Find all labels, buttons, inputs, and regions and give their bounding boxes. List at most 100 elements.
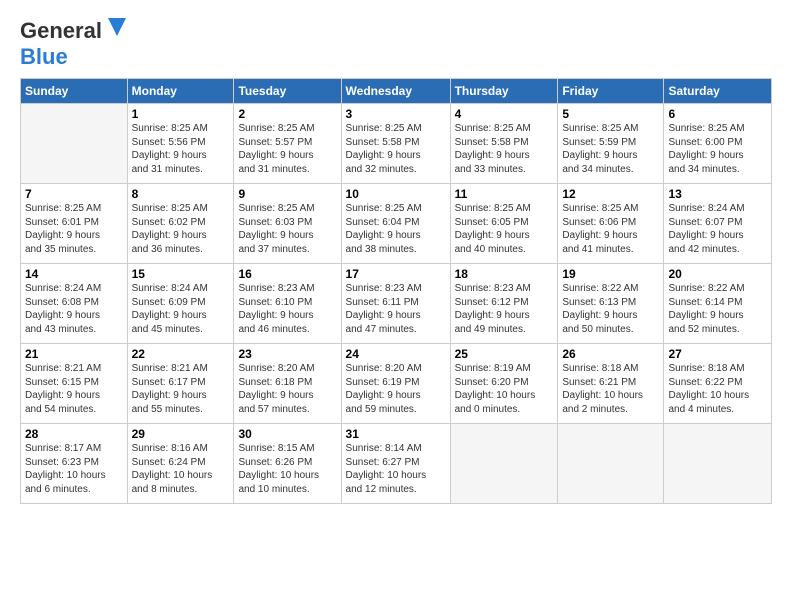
calendar-page: General Blue SundayMondayTuesdayWednesda… [0, 0, 792, 514]
calendar-cell: 26Sunrise: 8:18 AM Sunset: 6:21 PM Dayli… [558, 344, 664, 424]
day-info: Sunrise: 8:25 AM Sunset: 5:58 PM Dayligh… [346, 122, 446, 176]
day-number: 26 [562, 347, 659, 361]
calendar-cell: 6Sunrise: 8:25 AM Sunset: 6:00 PM Daylig… [664, 104, 772, 184]
day-info: Sunrise: 8:25 AM Sunset: 5:56 PM Dayligh… [132, 122, 230, 176]
day-number: 10 [346, 187, 446, 201]
calendar-cell [450, 424, 558, 504]
day-number: 3 [346, 107, 446, 121]
col-header-sunday: Sunday [21, 79, 128, 104]
day-info: Sunrise: 8:22 AM Sunset: 6:14 PM Dayligh… [668, 282, 767, 336]
day-number: 27 [668, 347, 767, 361]
col-header-saturday: Saturday [664, 79, 772, 104]
day-info: Sunrise: 8:23 AM Sunset: 6:11 PM Dayligh… [346, 282, 446, 336]
day-info: Sunrise: 8:25 AM Sunset: 5:59 PM Dayligh… [562, 122, 659, 176]
day-info: Sunrise: 8:19 AM Sunset: 6:20 PM Dayligh… [455, 362, 554, 416]
calendar-cell: 27Sunrise: 8:18 AM Sunset: 6:22 PM Dayli… [664, 344, 772, 424]
day-number: 4 [455, 107, 554, 121]
calendar-cell: 20Sunrise: 8:22 AM Sunset: 6:14 PM Dayli… [664, 264, 772, 344]
logo: General Blue [20, 18, 126, 70]
col-header-tuesday: Tuesday [234, 79, 341, 104]
calendar-cell: 13Sunrise: 8:24 AM Sunset: 6:07 PM Dayli… [664, 184, 772, 264]
calendar-cell: 3Sunrise: 8:25 AM Sunset: 5:58 PM Daylig… [341, 104, 450, 184]
calendar-cell: 28Sunrise: 8:17 AM Sunset: 6:23 PM Dayli… [21, 424, 128, 504]
day-number: 24 [346, 347, 446, 361]
day-info: Sunrise: 8:25 AM Sunset: 6:05 PM Dayligh… [455, 202, 554, 256]
col-header-friday: Friday [558, 79, 664, 104]
calendar-cell: 9Sunrise: 8:25 AM Sunset: 6:03 PM Daylig… [234, 184, 341, 264]
calendar-cell: 10Sunrise: 8:25 AM Sunset: 6:04 PM Dayli… [341, 184, 450, 264]
day-info: Sunrise: 8:25 AM Sunset: 6:01 PM Dayligh… [25, 202, 123, 256]
calendar-cell: 15Sunrise: 8:24 AM Sunset: 6:09 PM Dayli… [127, 264, 234, 344]
day-number: 11 [455, 187, 554, 201]
header: General Blue [20, 18, 772, 70]
day-info: Sunrise: 8:25 AM Sunset: 6:03 PM Dayligh… [238, 202, 336, 256]
day-info: Sunrise: 8:14 AM Sunset: 6:27 PM Dayligh… [346, 442, 446, 496]
logo-general: General [20, 18, 102, 43]
day-number: 8 [132, 187, 230, 201]
col-header-monday: Monday [127, 79, 234, 104]
day-info: Sunrise: 8:20 AM Sunset: 6:18 PM Dayligh… [238, 362, 336, 416]
day-info: Sunrise: 8:21 AM Sunset: 6:17 PM Dayligh… [132, 362, 230, 416]
calendar-cell: 16Sunrise: 8:23 AM Sunset: 6:10 PM Dayli… [234, 264, 341, 344]
day-info: Sunrise: 8:17 AM Sunset: 6:23 PM Dayligh… [25, 442, 123, 496]
day-number: 1 [132, 107, 230, 121]
calendar-cell: 30Sunrise: 8:15 AM Sunset: 6:26 PM Dayli… [234, 424, 341, 504]
day-info: Sunrise: 8:20 AM Sunset: 6:19 PM Dayligh… [346, 362, 446, 416]
day-info: Sunrise: 8:25 AM Sunset: 6:06 PM Dayligh… [562, 202, 659, 256]
calendar-cell: 12Sunrise: 8:25 AM Sunset: 6:06 PM Dayli… [558, 184, 664, 264]
day-info: Sunrise: 8:18 AM Sunset: 6:21 PM Dayligh… [562, 362, 659, 416]
col-header-wednesday: Wednesday [341, 79, 450, 104]
day-number: 5 [562, 107, 659, 121]
day-number: 25 [455, 347, 554, 361]
day-number: 17 [346, 267, 446, 281]
day-info: Sunrise: 8:25 AM Sunset: 6:00 PM Dayligh… [668, 122, 767, 176]
day-info: Sunrise: 8:24 AM Sunset: 6:09 PM Dayligh… [132, 282, 230, 336]
calendar-cell: 29Sunrise: 8:16 AM Sunset: 6:24 PM Dayli… [127, 424, 234, 504]
week-row-4: 21Sunrise: 8:21 AM Sunset: 6:15 PM Dayli… [21, 344, 772, 424]
day-number: 21 [25, 347, 123, 361]
calendar-cell: 19Sunrise: 8:22 AM Sunset: 6:13 PM Dayli… [558, 264, 664, 344]
day-number: 14 [25, 267, 123, 281]
day-number: 16 [238, 267, 336, 281]
logo-blue: Blue [20, 44, 68, 69]
logo-arrow-icon [108, 18, 126, 36]
calendar-cell [558, 424, 664, 504]
day-info: Sunrise: 8:25 AM Sunset: 5:57 PM Dayligh… [238, 122, 336, 176]
day-number: 22 [132, 347, 230, 361]
calendar-cell: 1Sunrise: 8:25 AM Sunset: 5:56 PM Daylig… [127, 104, 234, 184]
calendar-cell: 23Sunrise: 8:20 AM Sunset: 6:18 PM Dayli… [234, 344, 341, 424]
calendar-cell: 14Sunrise: 8:24 AM Sunset: 6:08 PM Dayli… [21, 264, 128, 344]
day-info: Sunrise: 8:18 AM Sunset: 6:22 PM Dayligh… [668, 362, 767, 416]
day-number: 15 [132, 267, 230, 281]
day-number: 31 [346, 427, 446, 441]
day-number: 28 [25, 427, 123, 441]
day-info: Sunrise: 8:21 AM Sunset: 6:15 PM Dayligh… [25, 362, 123, 416]
day-number: 13 [668, 187, 767, 201]
calendar-cell: 22Sunrise: 8:21 AM Sunset: 6:17 PM Dayli… [127, 344, 234, 424]
calendar-cell: 4Sunrise: 8:25 AM Sunset: 5:58 PM Daylig… [450, 104, 558, 184]
calendar-cell: 2Sunrise: 8:25 AM Sunset: 5:57 PM Daylig… [234, 104, 341, 184]
day-info: Sunrise: 8:24 AM Sunset: 6:07 PM Dayligh… [668, 202, 767, 256]
day-info: Sunrise: 8:16 AM Sunset: 6:24 PM Dayligh… [132, 442, 230, 496]
day-number: 12 [562, 187, 659, 201]
day-number: 6 [668, 107, 767, 121]
calendar-cell [21, 104, 128, 184]
calendar-cell: 24Sunrise: 8:20 AM Sunset: 6:19 PM Dayli… [341, 344, 450, 424]
day-number: 9 [238, 187, 336, 201]
day-info: Sunrise: 8:15 AM Sunset: 6:26 PM Dayligh… [238, 442, 336, 496]
day-number: 29 [132, 427, 230, 441]
day-number: 2 [238, 107, 336, 121]
day-number: 23 [238, 347, 336, 361]
week-row-1: 1Sunrise: 8:25 AM Sunset: 5:56 PM Daylig… [21, 104, 772, 184]
calendar-cell: 5Sunrise: 8:25 AM Sunset: 5:59 PM Daylig… [558, 104, 664, 184]
calendar-cell: 17Sunrise: 8:23 AM Sunset: 6:11 PM Dayli… [341, 264, 450, 344]
day-info: Sunrise: 8:22 AM Sunset: 6:13 PM Dayligh… [562, 282, 659, 336]
day-number: 20 [668, 267, 767, 281]
calendar-cell: 21Sunrise: 8:21 AM Sunset: 6:15 PM Dayli… [21, 344, 128, 424]
calendar-table: SundayMondayTuesdayWednesdayThursdayFrid… [20, 78, 772, 504]
week-row-2: 7Sunrise: 8:25 AM Sunset: 6:01 PM Daylig… [21, 184, 772, 264]
day-number: 18 [455, 267, 554, 281]
calendar-cell [664, 424, 772, 504]
day-info: Sunrise: 8:25 AM Sunset: 6:04 PM Dayligh… [346, 202, 446, 256]
day-number: 19 [562, 267, 659, 281]
